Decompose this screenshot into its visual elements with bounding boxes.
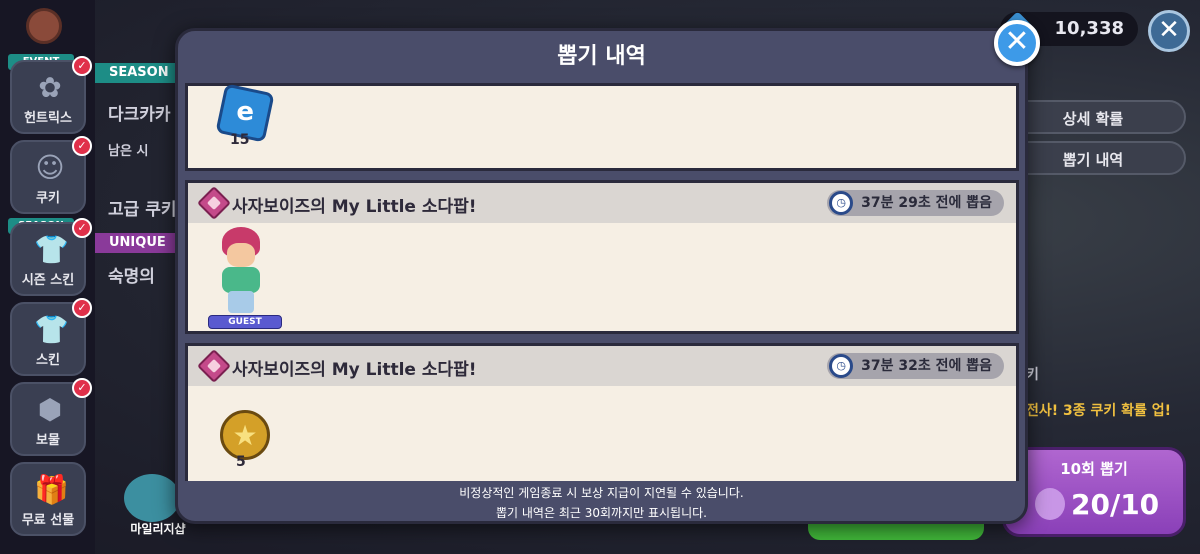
draw-time-text: 37분 32초 전에 뽑음 <box>861 358 992 374</box>
check-badge-icon: ✓ <box>72 298 92 318</box>
rail-item-treasure[interactable]: ⬢ 보물 ✓ <box>10 378 92 456</box>
draw10-label: 10회 뽑기 <box>1060 460 1128 478</box>
check-badge-icon: ✓ <box>72 218 92 238</box>
gift-icon: 🎁 <box>34 473 69 506</box>
gacha-banner-icon <box>197 349 231 383</box>
rail-item-label: 보물 <box>36 433 60 448</box>
clock-icon: ◷ <box>829 191 854 215</box>
rail-item-label: 스킨 <box>36 353 60 368</box>
rail-item-huntrix[interactable]: ✿ 헌트릭스 ✓ <box>10 56 92 134</box>
cookie-legs <box>228 291 254 313</box>
reward-item: 5 <box>214 410 274 481</box>
soulstone-gold-icon <box>220 410 270 460</box>
banner-name: 사자보이즈의 My Little 소다팝! <box>232 360 477 380</box>
cookie-face <box>227 243 255 267</box>
reward-item: 15 <box>214 83 275 178</box>
draw-time-text: 37분 29초 전에 뽑음 <box>861 195 992 211</box>
cookie-character-icon: GUEST <box>208 227 282 329</box>
history-list[interactable]: 15 사자보이즈의 My Little 소다팝! ◷ 37분 29초 전에 뽑음… <box>185 83 1019 481</box>
draw10-count: 20/10 <box>1071 488 1160 521</box>
guest-badge: GUEST <box>208 315 282 329</box>
rail-item-label: 시즌 스킨 <box>21 273 75 288</box>
history-entry: 사자보이즈의 My Little 소다팝! ◷ 37분 32초 전에 뽑음 5 <box>185 343 1019 481</box>
rail-item-free-gift[interactable]: 🎁 무료 선물 <box>10 462 86 536</box>
promo-text: 전사! 3종 쿠키 확률 업! <box>1026 403 1172 419</box>
season-cookie-name: 다크카카 <box>108 105 171 125</box>
gacha-banner-icon <box>197 186 231 220</box>
close-modal-button[interactable]: ✕ <box>994 20 1040 66</box>
draw-time-badge: ◷ 37분 32초 전에 뽑음 <box>827 353 1004 379</box>
close-screen-button[interactable]: ✕ <box>1148 10 1190 52</box>
rail-item-skin[interactable]: 👕 스킨 ✓ <box>10 298 92 376</box>
house-icon[interactable] <box>26 8 62 44</box>
draw-history-modal: 뽑기 내역 ✕ 15 사자보이즈의 My Little 소다팝! ◷ 37분 2… <box>175 20 1040 524</box>
history-entry: 사자보이즈의 My Little 소다팝! ◷ 37분 29초 전에 뽑음 GU… <box>185 180 1019 334</box>
cookie-shirt <box>222 267 260 293</box>
cookie-face-icon: ☺ <box>35 151 65 184</box>
rail-item-label: 헌트릭스 <box>24 111 72 126</box>
check-badge-icon: ✓ <box>72 378 92 398</box>
unique-cookie-name: 숙명의 <box>108 267 155 287</box>
premium-cookie-label: 고급 쿠키 <box>108 200 177 220</box>
draw10-button[interactable]: 10회 뽑기 20/10 <box>1002 447 1186 537</box>
clock-icon: ◷ <box>829 354 854 378</box>
ticket-icon <box>1035 488 1065 520</box>
footer-notice-1: 비정상적인 게임종료 시 보상 지급이 지연될 수 있습니다. <box>459 486 744 500</box>
treasure-hexagon-icon: ⬢ <box>37 393 63 426</box>
unique-label: UNIQUE <box>95 233 180 253</box>
season-label: SEASON <box>95 63 183 83</box>
history-entry: 15 <box>185 83 1019 171</box>
reward-qty: 5 <box>236 454 246 470</box>
entry-header: 사자보이즈의 My Little 소다팝! ◷ 37분 29초 전에 뽑음 <box>188 183 1016 223</box>
reward-qty: 15 <box>230 132 250 148</box>
check-badge-icon: ✓ <box>72 56 92 76</box>
modal-footer: 비정상적인 게임종료 시 보상 지급이 지연될 수 있습니다. 뽑기 내역은 최… <box>178 483 1025 523</box>
draw-time-badge: ◷ 37분 29초 전에 뽑음 <box>827 190 1004 216</box>
banner-name: 사자보이즈의 My Little 소다팝! <box>232 197 477 217</box>
rail-item-season-skin[interactable]: 👕 시즌 스킨 ✓ <box>10 218 92 296</box>
mileage-shop-icon <box>124 474 180 522</box>
footer-notice-2: 뽑기 내역은 최근 30회까지만 표시됩니다. <box>496 506 707 520</box>
crystal-amount: 10,338 <box>1054 18 1124 39</box>
pretzel-icon: ✿ <box>38 71 62 104</box>
rail-item-cookie[interactable]: ☺ 쿠키 ✓ <box>10 136 92 214</box>
left-rail: EVENT ✿ 헌트릭스 ✓ ☺ 쿠키 ✓ SEASON 👕 시즌 스킨 ✓ 👕… <box>0 0 95 554</box>
check-badge-icon: ✓ <box>72 136 92 156</box>
shirt-icon: 👕 <box>34 313 69 346</box>
entry-header: 사자보이즈의 My Little 소다팝! ◷ 37분 32초 전에 뽑음 <box>188 346 1016 386</box>
rail-item-label: 무료 선물 <box>21 513 75 528</box>
rail-item-label: 쿠키 <box>36 191 60 206</box>
modal-title: 뽑기 내역 <box>557 44 646 69</box>
remaining-time: 남은 시 <box>108 144 149 159</box>
shirt-clock-icon: 👕 <box>34 233 69 266</box>
